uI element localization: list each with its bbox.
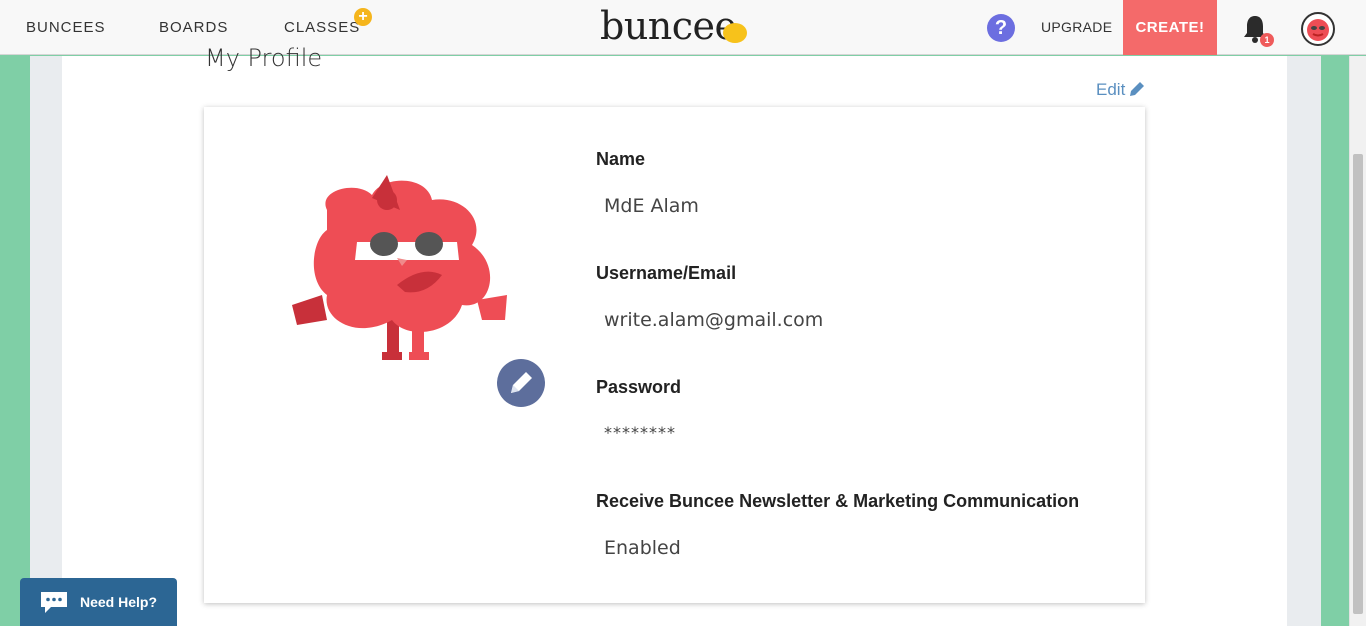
username-label: Username/Email <box>596 263 737 283</box>
help-icon[interactable]: ? <box>987 14 1015 42</box>
left-gutter <box>30 56 62 626</box>
buncee-logo[interactable]: buncee <box>600 4 737 48</box>
upgrade-link[interactable]: UPGRADE <box>1041 19 1112 35</box>
need-help-widget[interactable]: Need Help? <box>20 578 177 626</box>
right-gutter <box>1287 56 1321 626</box>
create-button[interactable]: CREATE! <box>1123 0 1217 55</box>
pencil-icon[interactable] <box>1127 79 1147 99</box>
edit-link[interactable]: Edit <box>1096 80 1125 100</box>
profile-avatar-monster <box>292 175 507 360</box>
nav-classes[interactable]: CLASSES <box>284 19 360 36</box>
scrollbar[interactable] <box>1349 56 1366 626</box>
newsletter-label: Receive Buncee Newsletter & Marketing Co… <box>596 491 1080 511</box>
page-title: My Profile <box>205 44 323 72</box>
password-label: Password <box>596 377 682 397</box>
need-help-label: Need Help? <box>80 594 158 610</box>
name-value: MdE Alam <box>604 195 699 217</box>
plus-icon[interactable]: + <box>354 8 372 26</box>
chat-icon <box>41 592 67 613</box>
avatar-icon[interactable] <box>1301 12 1335 46</box>
logo-dot <box>723 23 747 43</box>
pencil-icon <box>511 372 532 393</box>
scrollbar-thumb[interactable] <box>1353 154 1363 614</box>
notification-count-badge: 1 <box>1260 33 1274 47</box>
name-label: Name <box>596 149 646 169</box>
password-value: ******** <box>604 423 676 442</box>
nav-boards[interactable]: BOARDS <box>159 19 228 36</box>
username-value: write.alam@gmail.com <box>604 309 824 331</box>
nav-buncees[interactable]: BUNCEES <box>26 19 106 36</box>
change-avatar-button[interactable] <box>497 359 545 407</box>
newsletter-value: Enabled <box>604 537 681 559</box>
